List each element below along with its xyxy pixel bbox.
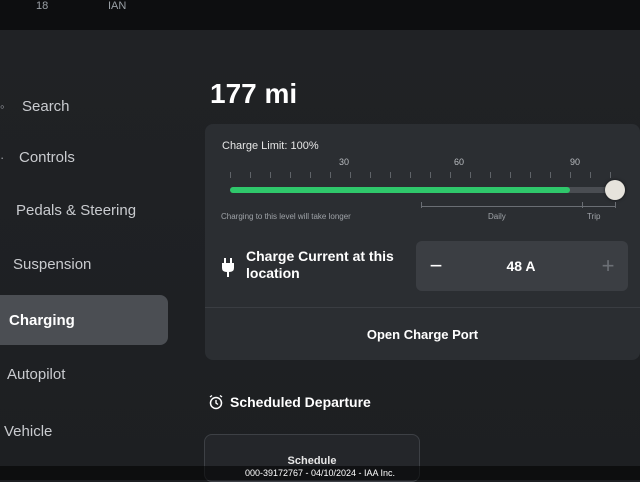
plug-icon [222, 258, 234, 277]
slider-tick [290, 172, 291, 178]
sidebar-item-pedals-steering[interactable]: Pedals & Steering [0, 187, 168, 233]
slider-tick [330, 172, 331, 178]
sidebar-item-label: Vehicle [4, 422, 53, 440]
increment-button[interactable]: + [588, 241, 628, 291]
slider-tick [610, 172, 611, 178]
slider-tick [530, 172, 531, 178]
charge-current-stepper: − 48 A + [416, 241, 628, 291]
slider-tick [350, 172, 351, 178]
slider-tick [450, 172, 451, 178]
slider-tick [430, 172, 431, 178]
charge-current-label: Charge Current at this location [246, 248, 394, 281]
scheduled-departure-title: Scheduled Departure [230, 394, 371, 410]
charge-limit-slider[interactable] [230, 180, 625, 200]
alarm-clock-icon [209, 394, 223, 410]
slider-tick [470, 172, 471, 178]
slider-tick [570, 172, 571, 178]
zone-line [421, 206, 615, 207]
sidebar-item-controls[interactable]: · Controls [0, 134, 168, 180]
sidebar-item-label: Controls [19, 148, 75, 166]
open-charge-port-button[interactable]: Open Charge Port [205, 308, 640, 360]
charge-limit-fill [230, 187, 570, 193]
sidebar-item-charging[interactable]: Charging [0, 295, 168, 345]
tick-label: 30 [338, 157, 350, 167]
tick-label: 60 [453, 157, 465, 167]
slider-tick [390, 172, 391, 178]
zone-label-trip: Trip [587, 212, 601, 221]
sidebar-item-label: Search [22, 97, 70, 115]
tick-label: 90 [569, 157, 581, 167]
slider-tick [510, 172, 511, 178]
slider-tick [370, 172, 371, 178]
sidebar-item-vehicle[interactable]: Vehicle [0, 408, 168, 454]
range-estimate: 177 mi [210, 78, 298, 109]
sidebar-item-label: Pedals & Steering [16, 201, 137, 219]
sidebar-item-label: Charging [9, 311, 75, 329]
slider-tick [490, 172, 491, 178]
sidebar-item-label: Suspension [13, 255, 92, 273]
slider-tick [310, 172, 311, 178]
zone-marker [421, 202, 422, 208]
zone-label-daily: Daily [488, 212, 506, 221]
charge-limit-handle[interactable] [605, 180, 625, 200]
status-bar: 18 IAN [0, 0, 640, 30]
sidebar-item-suspension[interactable]: Suspension [0, 241, 168, 287]
sidebar-item-label: Autopilot [7, 365, 66, 383]
search-icon: ◦ [0, 98, 5, 114]
status-fragment: IAN [108, 0, 127, 12]
slider-tick [550, 172, 551, 178]
sidebar-item-autopilot[interactable]: Autopilot [0, 351, 168, 397]
status-fragment: 18 [36, 0, 49, 12]
decrement-button[interactable]: − [416, 241, 456, 291]
slider-tick [410, 172, 411, 178]
zone-marker [582, 202, 583, 208]
sidebar-item-search[interactable]: ◦ Search [0, 83, 168, 129]
zone-marker [615, 202, 616, 208]
charging-card: Charge Limit: 100% 30 60 90 Charging to … [205, 124, 640, 360]
slider-tick [230, 172, 231, 178]
charge-current-value: 48 A [506, 258, 536, 274]
scheduled-departure-heading: Scheduled Departure [208, 394, 371, 410]
toggle-icon: · [0, 149, 5, 165]
slider-tick [270, 172, 271, 178]
slider-tick [590, 172, 591, 178]
charge-limit-label: Charge Limit: 100% [222, 140, 319, 152]
charge-limit-warning: Charging to this level will take longer [221, 212, 351, 221]
slider-tick [250, 172, 251, 178]
watermark: 000-39172767 - 04/10/2024 - IAA Inc. [0, 466, 640, 480]
